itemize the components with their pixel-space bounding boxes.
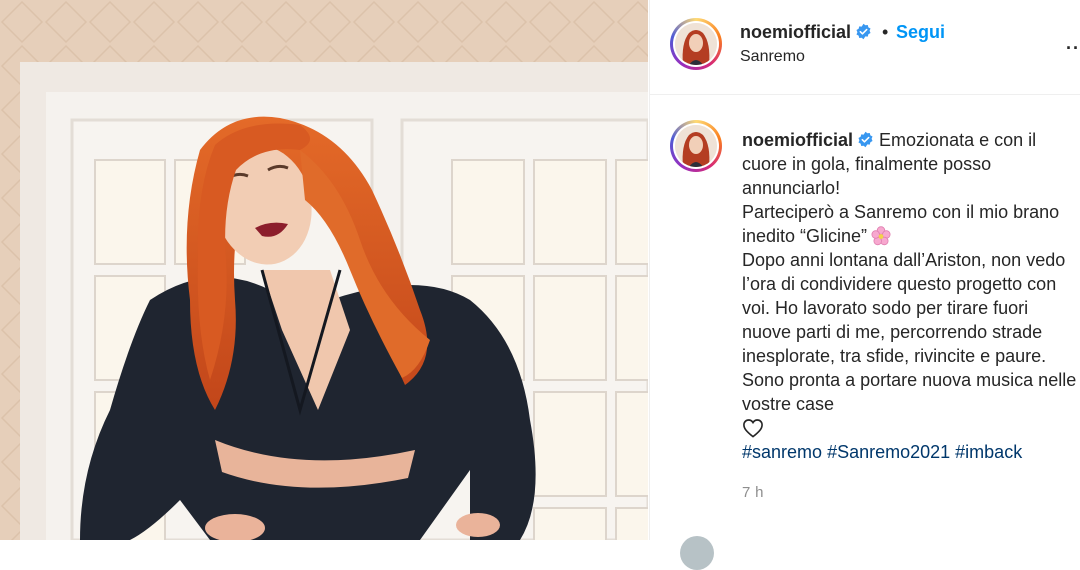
caption-username[interactable]: noemiofficial	[742, 130, 874, 150]
more-options-icon[interactable]: ···	[1066, 38, 1080, 59]
author-username-text[interactable]: noemiofficial	[740, 22, 851, 42]
caption-line-3: Dopo anni lontana dall’Ariston, non vedo…	[742, 250, 1077, 414]
caption-username-text[interactable]: noemiofficial	[742, 130, 853, 150]
hashtag-link[interactable]: #sanremo	[742, 442, 822, 462]
author-avatar[interactable]	[670, 18, 722, 70]
avatar-portrait-icon	[675, 125, 717, 167]
caption-author-avatar[interactable]	[670, 120, 722, 172]
post-header: noemiofficial • Segui Sanremo ···	[650, 0, 1080, 95]
white-heart-emoji	[743, 419, 763, 438]
avatar-portrait-icon	[675, 23, 717, 65]
follow-button[interactable]: Segui	[896, 22, 945, 43]
author-username[interactable]: noemiofficial	[740, 22, 872, 43]
post-timestamp[interactable]: 7 h	[742, 484, 764, 501]
hashtags: #sanremo #Sanremo2021 #imback	[742, 440, 1077, 464]
post-location[interactable]: Sanremo	[740, 48, 805, 66]
verified-badge-icon	[856, 23, 871, 40]
caption-comment: noemiofficial Emozionata e con il cuore …	[650, 94, 1080, 540]
header-separator-dot: •	[882, 22, 889, 42]
post-side-panel: noemiofficial • Segui Sanremo ··· noemio…	[649, 0, 1080, 570]
hashtag-link[interactable]: #imback	[955, 442, 1022, 462]
next-comment-avatar[interactable]	[680, 536, 714, 570]
hashtag-link[interactable]: #Sanremo2021	[827, 442, 950, 462]
caption-text: noemiofficial Emozionata e con il cuore …	[742, 128, 1077, 464]
post-photo[interactable]	[0, 0, 648, 540]
cherry-blossom-emoji	[871, 226, 891, 246]
verified-badge-icon	[858, 131, 873, 148]
post-image-illustration	[0, 0, 648, 540]
caption-line-2: Parteciperò a Sanremo con il mio brano i…	[742, 202, 1060, 246]
